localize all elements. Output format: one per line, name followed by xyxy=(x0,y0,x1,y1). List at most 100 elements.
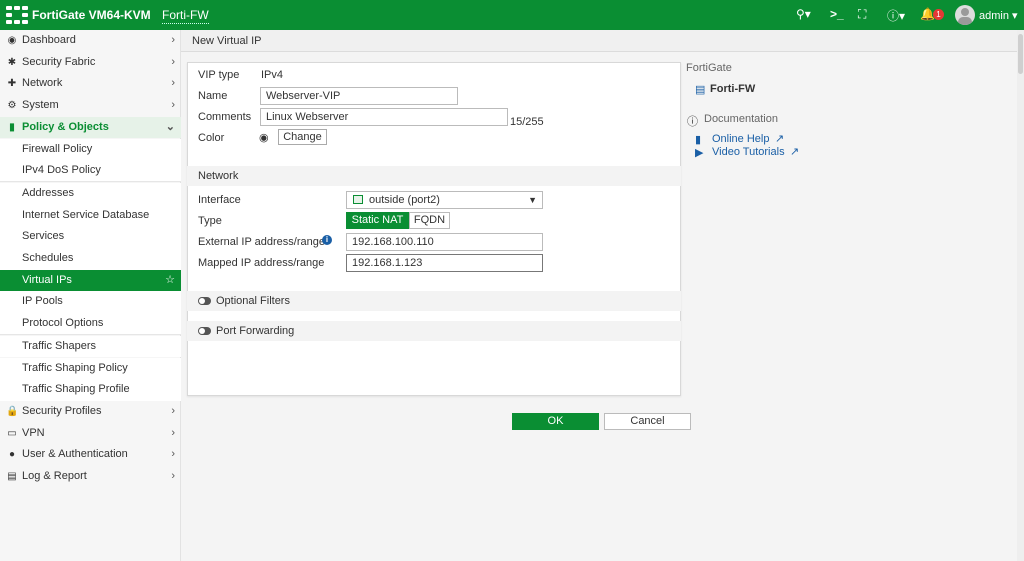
device-name: Forti-FW xyxy=(710,83,756,95)
info-icon[interactable]: i xyxy=(322,235,332,245)
chevron-right-icon: › xyxy=(171,55,175,68)
chevron-right-icon: › xyxy=(171,34,175,46)
chevron-down-icon: ⌄ xyxy=(165,120,175,133)
type-fqdn-button[interactable]: FQDN xyxy=(409,212,450,229)
search-icon[interactable]: ⚲▾ xyxy=(796,7,811,21)
hostname-link[interactable]: Forti-FW xyxy=(162,8,209,24)
sidebar-item-services[interactable]: Services xyxy=(0,226,181,248)
sidebar-item-firewall-policy[interactable]: Firewall Policy xyxy=(0,138,181,161)
interface-select[interactable]: outside (port2) ▼ xyxy=(346,191,543,209)
notification-badge: 1 xyxy=(933,9,944,20)
color-swatch-icon: ◉ xyxy=(259,132,269,144)
type-static-nat-button[interactable]: Static NAT xyxy=(346,212,409,229)
chevron-right-icon: › xyxy=(171,448,175,461)
lock-icon: 🔒 xyxy=(6,405,19,417)
sidebar-item-traffic-shaping-profile[interactable]: Traffic Shaping Profile xyxy=(0,379,181,401)
sidebar-item-network[interactable]: ✚ Network › xyxy=(0,73,181,95)
fortinet-logo-icon[interactable] xyxy=(6,6,28,24)
video-tutorials-link[interactable]: Video Tutorials xyxy=(712,146,785,158)
mapped-ip-label: Mapped IP address/range xyxy=(198,257,325,269)
sidebar-item-ipv4-dos-policy[interactable]: IPv4 DoS Policy xyxy=(0,160,181,182)
ok-button[interactable]: OK xyxy=(512,413,599,430)
policy-icon: ▮ xyxy=(9,121,15,133)
sidebar-item-security-profiles[interactable]: 🔒 Security Profiles › xyxy=(0,401,181,423)
star-icon[interactable]: ☆ xyxy=(165,270,175,292)
network-icon: ✚ xyxy=(7,78,17,90)
gear-icon: ⚙ xyxy=(7,100,17,112)
online-help-link[interactable]: Online Help xyxy=(712,133,769,145)
optional-filters-section[interactable]: Optional Filters xyxy=(187,291,681,311)
port-icon xyxy=(353,195,363,204)
vip-type-label: VIP type xyxy=(198,69,240,81)
sidebar-item-internet-service-database[interactable]: Internet Service Database xyxy=(0,204,181,227)
name-input[interactable]: Webserver-VIP xyxy=(260,87,458,105)
user-icon: ● xyxy=(8,449,16,461)
external-ip-label: External IP address/range xyxy=(198,236,325,248)
vpn-icon: ▭ xyxy=(7,427,17,439)
interface-label: Interface xyxy=(198,194,241,206)
sidebar-item-traffic-shapers[interactable]: Traffic Shapers xyxy=(0,335,181,358)
external-ip-input[interactable]: 192.168.100.110 xyxy=(346,233,543,251)
book-icon: ▮ xyxy=(695,134,702,146)
chevron-right-icon: › xyxy=(171,404,175,417)
sidebar-item-addresses[interactable]: Addresses xyxy=(0,182,181,205)
comments-label: Comments xyxy=(198,111,252,123)
sidebar-item-policy-objects[interactable]: ▮ Policy & Objects ⌄ xyxy=(0,116,181,139)
help-icon[interactable]: ⓘ▾ xyxy=(887,7,905,24)
user-menu[interactable]: admin ▾ xyxy=(979,9,1018,22)
chevron-down-icon: ▼ xyxy=(528,195,537,205)
device-icon: ▤ xyxy=(695,84,706,96)
user-name: admin xyxy=(979,10,1009,22)
sidebar-item-user-authentication[interactable]: ● User & Authentication › xyxy=(0,444,181,466)
chart-icon: ▤ xyxy=(7,471,17,482)
sidebar-item-ip-pools[interactable]: IP Pools xyxy=(0,291,181,314)
type-label: Type xyxy=(198,215,222,227)
fullscreen-icon[interactable]: ⛶ xyxy=(858,7,866,22)
comments-char-count: 15/255 xyxy=(510,116,544,128)
sidebar: ◉ Dashboard › ✱ Security Fabric › ✚ Netw… xyxy=(0,30,181,561)
scrollbar-thumb[interactable] xyxy=(1018,34,1023,74)
network-section-header: Network xyxy=(187,166,681,186)
product-name: FortiGate VM64-KVM xyxy=(32,8,151,22)
sidebar-item-traffic-shaping-policy[interactable]: Traffic Shaping Policy xyxy=(0,357,181,380)
sidebar-item-system[interactable]: ⚙ System › xyxy=(0,95,181,117)
port-forwarding-toggle[interactable] xyxy=(198,327,211,335)
color-label: Color xyxy=(198,132,225,144)
chevron-right-icon: › xyxy=(171,426,175,439)
device-heading: FortiGate xyxy=(686,62,732,74)
external-link-icon[interactable]: ↗ xyxy=(775,132,784,145)
sidebar-item-schedules[interactable]: Schedules xyxy=(0,248,181,270)
documentation-heading: Documentation xyxy=(704,113,778,125)
help-circle-icon: ⓘ xyxy=(687,116,698,128)
mapped-ip-input[interactable]: 192.168.1.123 xyxy=(346,254,543,272)
page-title: New Virtual IP xyxy=(192,35,262,47)
sidebar-item-virtual-ips[interactable]: Virtual IPs ☆ xyxy=(0,269,181,292)
dashboard-icon: ◉ xyxy=(7,35,17,46)
port-forwarding-label: Port Forwarding xyxy=(216,325,295,337)
breadcrumb: New Virtual IP xyxy=(181,30,1024,52)
top-bar: FortiGate VM64-KVM Forti-FW ⚲▾ >_ ⛶ ⓘ▾ 🔔… xyxy=(0,0,1024,30)
port-forwarding-section[interactable]: Port Forwarding xyxy=(187,321,681,341)
sidebar-item-log-report[interactable]: ▤ Log & Report › xyxy=(0,466,181,488)
vip-type-value: IPv4 xyxy=(261,69,284,81)
chevron-right-icon: › xyxy=(171,77,175,90)
cancel-button[interactable]: Cancel xyxy=(604,413,691,430)
name-label: Name xyxy=(198,90,228,102)
sidebar-item-dashboard[interactable]: ◉ Dashboard › xyxy=(0,30,181,52)
chevron-right-icon: › xyxy=(171,99,175,112)
video-icon: ▶ xyxy=(695,147,704,159)
optional-filters-label: Optional Filters xyxy=(216,295,290,307)
sidebar-item-vpn[interactable]: ▭ VPN › xyxy=(0,423,181,445)
fabric-icon: ✱ xyxy=(7,56,17,68)
chevron-right-icon: › xyxy=(171,470,175,482)
terminal-icon[interactable]: >_ xyxy=(830,7,844,21)
avatar[interactable] xyxy=(955,5,975,25)
comments-textarea[interactable]: Linux Webserver xyxy=(260,108,508,126)
change-color-button[interactable]: Change xyxy=(278,129,327,145)
sidebar-item-protocol-options[interactable]: Protocol Options xyxy=(0,313,181,335)
interface-select-value: outside (port2) xyxy=(369,194,440,206)
external-link-icon[interactable]: ↗ xyxy=(790,145,799,158)
optional-filters-toggle[interactable] xyxy=(198,297,211,305)
page-scrollbar[interactable] xyxy=(1017,30,1024,561)
sidebar-item-security-fabric[interactable]: ✱ Security Fabric › xyxy=(0,52,181,74)
